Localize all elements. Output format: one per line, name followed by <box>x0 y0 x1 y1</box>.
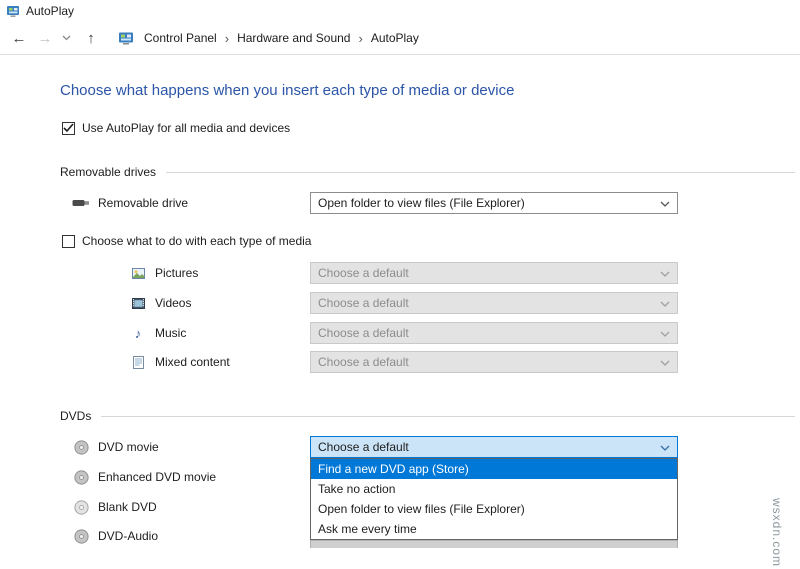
chevron-down-icon <box>660 271 670 277</box>
removable-drive-row: Removable drive <box>72 192 188 214</box>
removable-drive-combobox[interactable]: Open folder to view files (File Explorer… <box>310 192 678 214</box>
use-autoplay-checkbox[interactable] <box>62 121 75 135</box>
section-divider <box>101 415 795 417</box>
music-label: Music <box>155 326 187 340</box>
choose-media-row: Choose what to do with each type of medi… <box>62 233 311 249</box>
use-autoplay-label: Use AutoPlay for all media and devices <box>82 121 291 135</box>
mixed-content-icon <box>129 355 147 369</box>
section-dvds: DVDs <box>60 408 795 424</box>
pictures-row: Pictures <box>129 262 198 284</box>
videos-row: Videos <box>129 292 191 314</box>
dvd-audio-label: DVD-Audio <box>98 529 159 543</box>
autoplay-window: AutoPlay ← → ↑ Control Panel › Hardware … <box>0 0 800 569</box>
breadcrumb-separator-icon: › <box>224 30 230 46</box>
enhanced-dvd-movie-row: Enhanced DVD movie <box>72 466 216 488</box>
chevron-down-icon <box>660 445 670 451</box>
mixed-content-combobox[interactable]: Choose a default <box>310 351 678 373</box>
choose-media-checkbox[interactable] <box>62 234 75 248</box>
back-button[interactable]: ← <box>6 26 32 50</box>
blank-dvd-disc-icon <box>72 499 90 515</box>
videos-icon <box>129 297 147 309</box>
removable-drive-label: Removable drive <box>98 196 189 210</box>
up-button[interactable]: ↑ <box>78 26 104 50</box>
dvd-audio-disc-icon <box>72 528 90 544</box>
section-title: DVDs <box>60 409 92 423</box>
pictures-label: Pictures <box>155 266 199 280</box>
section-divider <box>166 171 795 173</box>
chevron-down-icon <box>660 201 670 207</box>
breadcrumb-separator-icon: › <box>358 30 363 46</box>
videos-combobox[interactable]: Choose a default <box>310 292 678 314</box>
section-removable-drives: Removable drives <box>60 164 795 180</box>
dropdown-option-take-no-action[interactable]: Take no action <box>311 479 677 499</box>
dropdown-option-find-new-dvd-app[interactable]: Find a new DVD app (Store) <box>311 459 677 479</box>
removable-drive-icon <box>72 197 90 209</box>
chevron-down-icon <box>660 331 670 337</box>
dropdown-option-open-folder[interactable]: Open folder to view files (File Explorer… <box>311 499 677 519</box>
dropdown-option-ask-every-time[interactable]: Ask me every time <box>311 519 677 539</box>
forward-button[interactable]: → <box>32 26 58 50</box>
enhanced-dvd-disc-icon <box>72 469 90 485</box>
dvd-audio-row: DVD-Audio <box>72 525 158 547</box>
breadcrumb-control-panel[interactable]: Control Panel <box>140 28 221 48</box>
navigation-toolbar: ← → ↑ Control Panel › Hardware and Sound… <box>0 22 800 55</box>
dvd-audio-combobox-partial[interactable] <box>310 540 678 548</box>
section-title: Removable drives <box>60 165 157 179</box>
pictures-combobox[interactable]: Choose a default <box>310 262 678 284</box>
videos-label: Videos <box>155 296 192 310</box>
music-icon: ♪ <box>134 325 142 341</box>
music-combobox[interactable]: Choose a default <box>310 322 678 344</box>
mixed-content-row: Mixed content <box>129 351 230 373</box>
control-panel-icon <box>118 30 134 46</box>
title-bar: AutoPlay <box>0 0 800 22</box>
choose-media-label: Choose what to do with each type of medi… <box>82 234 312 248</box>
enhanced-dvd-movie-label: Enhanced DVD movie <box>98 470 217 484</box>
watermark: wsxdn.com <box>770 497 784 567</box>
breadcrumb-hardware-and-sound[interactable]: Hardware and Sound <box>233 28 354 48</box>
window-title: AutoPlay <box>26 4 75 18</box>
autoplay-app-icon <box>6 4 20 18</box>
blank-dvd-row: Blank DVD <box>72 496 157 518</box>
page-title: Choose what happens when you insert each… <box>60 82 515 99</box>
music-row: ♪ Music <box>129 322 187 344</box>
dvd-movie-combobox[interactable]: Choose a default <box>310 436 678 458</box>
dvd-movie-row: DVD movie <box>72 436 159 458</box>
chevron-down-icon <box>660 360 670 366</box>
mixed-content-label: Mixed content <box>155 355 230 369</box>
dvd-movie-dropdown-list: Find a new DVD app (Store) Take no actio… <box>310 458 678 540</box>
breadcrumb-autoplay[interactable]: AutoPlay <box>367 28 423 48</box>
pictures-icon <box>129 267 147 279</box>
dvd-movie-label: DVD movie <box>98 440 159 454</box>
use-autoplay-row: Use AutoPlay for all media and devices <box>62 120 290 136</box>
recent-locations-chevron-icon[interactable] <box>58 26 74 50</box>
chevron-down-icon <box>660 301 670 307</box>
blank-dvd-label: Blank DVD <box>98 500 157 514</box>
dvd-movie-disc-icon <box>72 439 90 455</box>
